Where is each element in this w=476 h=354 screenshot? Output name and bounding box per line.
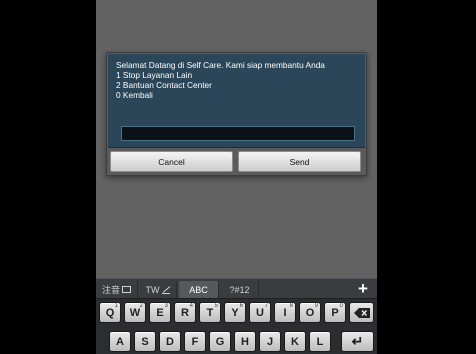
key-alt-label: 1 [114, 303, 118, 309]
key-alt-label: 6 [239, 303, 243, 309]
key-r[interactable]: R4 [174, 302, 196, 323]
mode-zhuyin-label: 注音 [101, 285, 120, 295]
reply-input[interactable] [121, 126, 355, 141]
key-label: H [241, 336, 249, 348]
key-k[interactable]: K [284, 331, 306, 352]
key-l[interactable]: L [309, 331, 331, 352]
key-label: K [291, 336, 299, 348]
key-a[interactable]: A [109, 331, 131, 352]
key-label: F [191, 336, 199, 348]
message-line: 2 Bantuan Contact Center [116, 80, 212, 90]
key-i[interactable]: I8 [274, 302, 296, 323]
dialog-body: Selamat Datang di Self Care. Kami siap m… [108, 54, 365, 148]
mode-zhuyin-tab[interactable]: 注音 [96, 281, 138, 298]
keyboard-mode-bar: 注音 TW ABC ?#12 + [96, 278, 377, 299]
key-t[interactable]: T5 [199, 302, 221, 323]
key-label: L [316, 336, 324, 348]
backspace-icon [353, 307, 370, 318]
key-o[interactable]: O9 [299, 302, 321, 323]
message-line: 1 Stop Layanan Lain [116, 70, 193, 80]
key-s[interactable]: S [134, 331, 156, 352]
screen: Selamat Datang di Self Care. Kami siap m… [96, 0, 377, 354]
key-h[interactable]: H [234, 331, 256, 352]
ussd-dialog: Selamat Datang di Self Care. Kami siap m… [106, 52, 367, 176]
message-line: 0 Kembali [116, 90, 153, 100]
key-alt-label: 7 [264, 303, 268, 309]
keyboard-icon [122, 286, 131, 293]
key-f[interactable]: F [184, 331, 206, 352]
key-y[interactable]: Y6 [224, 302, 246, 323]
key-alt-label: 3 [164, 303, 168, 309]
mode-symbols-tab[interactable]: ?#12 [221, 281, 259, 298]
key-j[interactable]: J [259, 331, 281, 352]
key-alt-label: 9 [314, 303, 318, 309]
key-alt-label: 5 [214, 303, 218, 309]
key-label: D [166, 336, 174, 348]
message-line: Selamat Datang di Self Care. Kami siap m… [116, 60, 325, 70]
handwriting-icon [161, 286, 170, 294]
key-g[interactable]: G [209, 331, 231, 352]
key-e[interactable]: E3 [149, 302, 171, 323]
key-q[interactable]: Q1 [99, 302, 121, 323]
plus-button[interactable]: + [354, 279, 372, 299]
key-alt-label: 2 [139, 303, 143, 309]
enter-key[interactable]: ↵ [341, 331, 374, 352]
key-d[interactable]: D [159, 331, 181, 352]
mode-tw-label: TW [145, 284, 160, 295]
key-label: S [141, 336, 149, 348]
key-alt-label: 0 [339, 303, 343, 309]
key-label: G [215, 336, 225, 348]
key-alt-label: 8 [289, 303, 293, 309]
mode-abc-tab[interactable]: ABC [179, 281, 219, 298]
mode-tw-tab[interactable]: TW [139, 281, 177, 298]
key-p[interactable]: P0 [324, 302, 346, 323]
key-label: A [116, 336, 124, 348]
dialog-message: Selamat Datang di Self Care. Kami siap m… [116, 60, 362, 100]
backspace-key[interactable] [349, 302, 374, 323]
key-alt-label: 4 [189, 303, 193, 309]
cancel-button[interactable]: Cancel [110, 151, 233, 172]
key-w[interactable]: W2 [124, 302, 146, 323]
key-label: J [266, 336, 274, 348]
send-button[interactable]: Send [238, 151, 361, 172]
enter-icon: ↵ [351, 333, 364, 349]
key-u[interactable]: U7 [249, 302, 271, 323]
